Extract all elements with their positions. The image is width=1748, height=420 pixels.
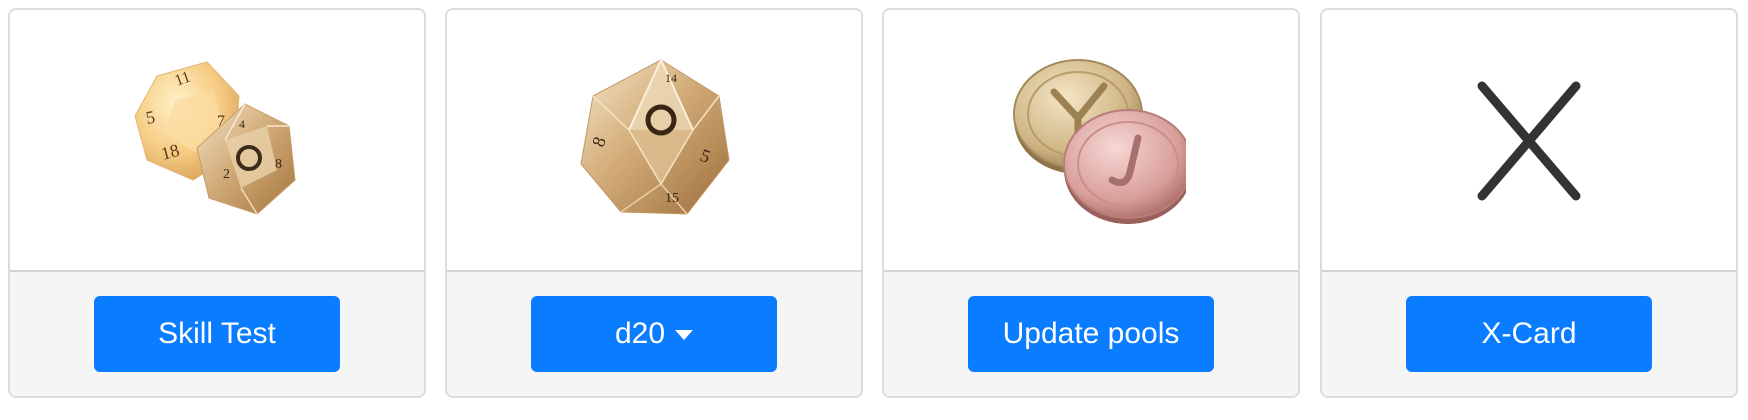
x-card-button-label: X-Card xyxy=(1481,317,1577,350)
d20-footer: d20 xyxy=(447,270,861,396)
x-card-card: X-Card xyxy=(1320,8,1738,398)
update-pools-footer: Update pools xyxy=(884,270,1298,396)
x-card-icon xyxy=(1477,81,1581,201)
svg-text:4: 4 xyxy=(239,117,245,131)
d20-image-area: 8 5 15 14 xyxy=(447,10,861,272)
skill-test-image-area: 11 5 18 7 2 8 4 xyxy=(10,10,424,272)
update-pools-button[interactable]: Update pools xyxy=(968,296,1214,372)
x-card-button[interactable]: X-Card xyxy=(1406,296,1652,372)
dice-pair-icon: 11 5 18 7 2 8 4 xyxy=(134,61,296,215)
d20-card: 8 5 15 14 d20 xyxy=(445,8,863,398)
svg-text:15: 15 xyxy=(665,191,679,206)
d20-die-icon: 8 5 15 14 xyxy=(580,59,730,215)
caret-down-icon xyxy=(675,330,694,340)
svg-text:8: 8 xyxy=(275,157,282,172)
skill-test-footer: Skill Test xyxy=(10,270,424,396)
update-pools-image-area xyxy=(884,10,1298,272)
skill-test-button-label: Skill Test xyxy=(158,317,276,350)
coins-icon xyxy=(1013,59,1186,224)
update-pools-button-label: Update pools xyxy=(1002,317,1180,350)
skill-test-card: 11 5 18 7 2 8 4 Skill Test xyxy=(8,8,426,398)
d20-button-label: d20 xyxy=(614,317,666,350)
d20-dropdown-button[interactable]: d20 xyxy=(531,296,777,372)
x-card-footer: X-Card xyxy=(1322,270,1736,396)
action-card-row: 11 5 18 7 2 8 4 Skill Test 8 5 15 14 d20… xyxy=(0,0,1748,420)
x-card-image-area xyxy=(1322,10,1736,272)
update-pools-card: Update pools xyxy=(882,8,1300,398)
svg-text:2: 2 xyxy=(223,167,230,182)
skill-test-button[interactable]: Skill Test xyxy=(94,296,340,372)
svg-text:14: 14 xyxy=(665,71,677,85)
